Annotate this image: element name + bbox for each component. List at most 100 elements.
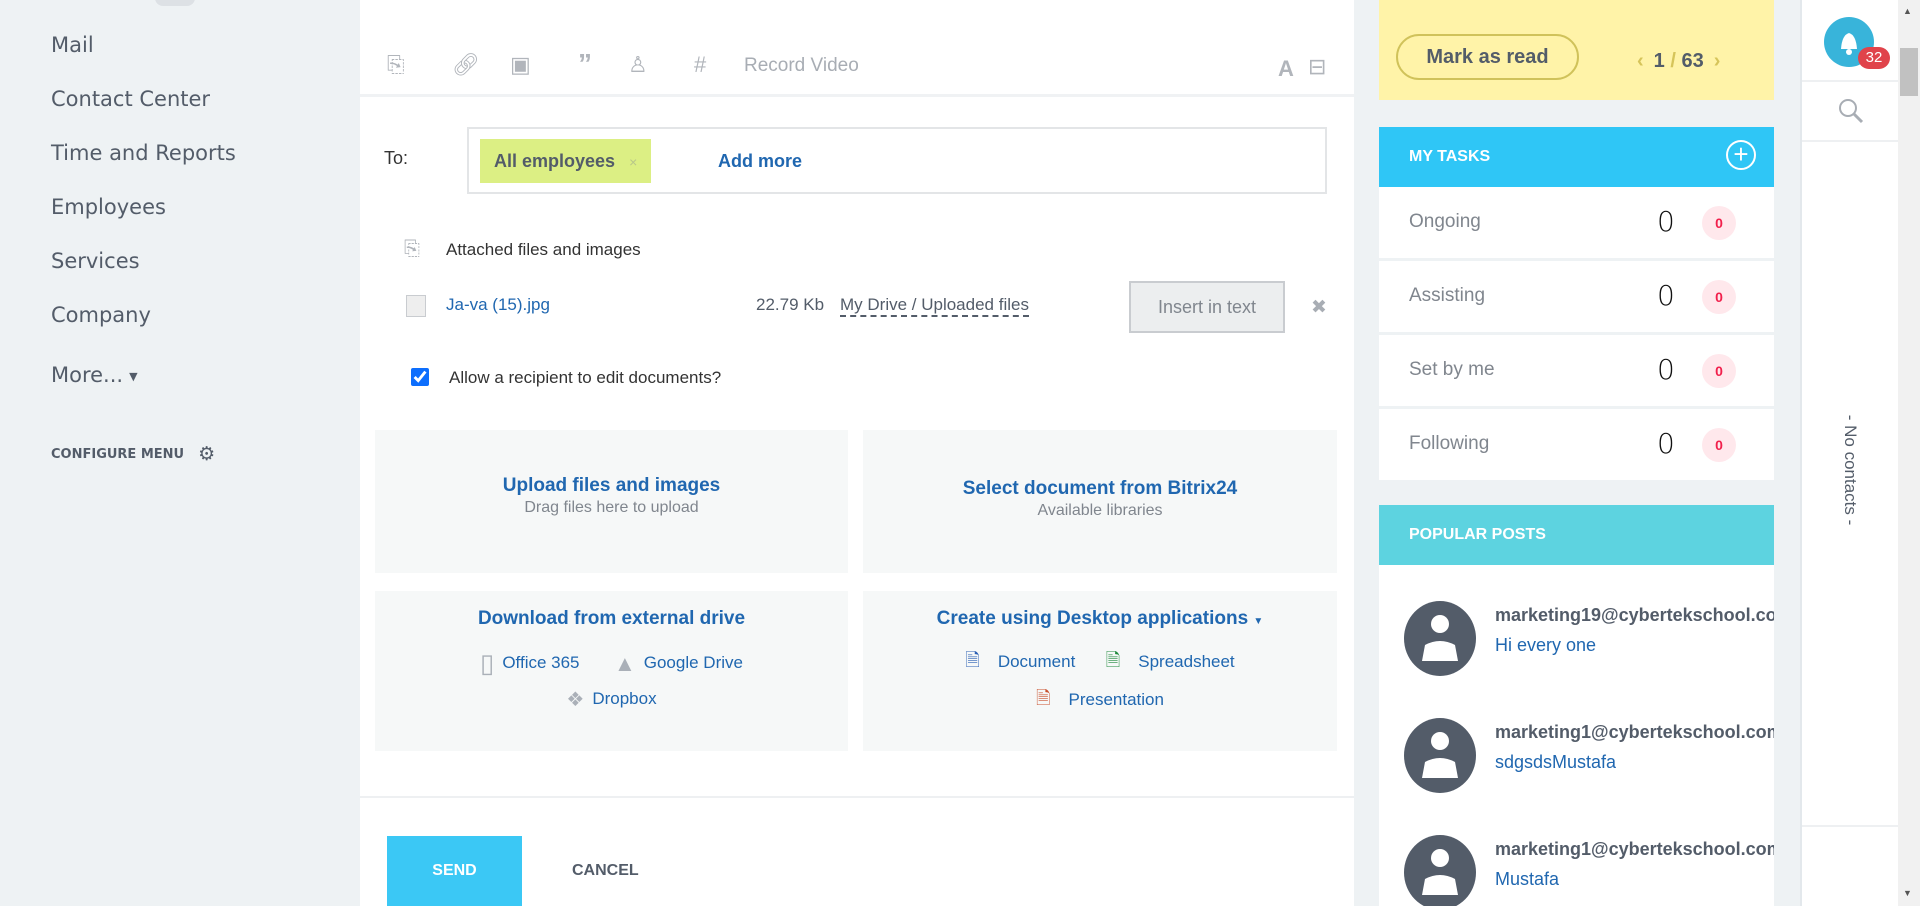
file-name-link[interactable]: Ja-va (15).jpg xyxy=(446,295,550,315)
no-contacts-label: - No contacts - xyxy=(1841,414,1860,526)
user-icon xyxy=(1422,615,1458,661)
task-row-ongoing[interactable]: Ongoing 0 0 xyxy=(1379,187,1774,258)
office365-link[interactable]: ▯ Office 365 xyxy=(480,648,580,678)
remove-recipient-icon[interactable]: × xyxy=(629,154,637,170)
office365-label: Office 365 xyxy=(502,652,580,672)
post-text[interactable]: Hi every one xyxy=(1495,635,1596,656)
chevron-right-icon[interactable]: › xyxy=(1714,50,1721,72)
sidebar-item-time-and-reports[interactable]: Time and Reports xyxy=(51,141,236,165)
remove-file-icon[interactable]: ✖ xyxy=(1311,296,1327,319)
avatar xyxy=(1404,718,1476,793)
upload-subtitle: Drag files here to upload xyxy=(524,499,699,516)
post-author: marketing19@cybertekschool.com xyxy=(1495,605,1774,625)
contacts-panel: 32 - No contacts - xyxy=(1800,0,1898,906)
mention-icon[interactable]: ♙ xyxy=(628,52,648,78)
post-editor: ⎘ 🔗︎ ▣ ” ♙ # Record Video A ⊟ To: All em… xyxy=(360,0,1354,906)
sidebar-item-services[interactable]: Services xyxy=(51,249,140,273)
mark-as-read-button[interactable]: Mark as read xyxy=(1396,34,1579,80)
google-drive-link[interactable]: ▲ Google Drive xyxy=(614,651,743,676)
chevron-down-icon: ▼ xyxy=(129,369,138,383)
insert-in-text-button[interactable]: Insert in text xyxy=(1129,281,1285,333)
spreadsheet-link[interactable]: 🗎 Spreadsheet xyxy=(1106,650,1235,672)
more-label: More... xyxy=(51,363,124,387)
link-icon[interactable]: 🔗︎ xyxy=(452,52,480,78)
select-document-tile[interactable]: Select document from Bitrix24 Available … xyxy=(863,430,1337,573)
to-label: To: xyxy=(384,148,409,168)
dropbox-link[interactable]: ❖ Dropbox xyxy=(566,688,657,711)
chevron-down-icon: ▼ xyxy=(1253,616,1264,627)
avatar xyxy=(1404,601,1476,676)
gear-icon: ⚙ xyxy=(198,443,216,465)
sidebar-handle[interactable] xyxy=(155,0,195,6)
configure-menu-button[interactable]: CONFIGURE MENU ⚙ xyxy=(51,443,215,465)
sidebar-item-employees[interactable]: Employees xyxy=(51,195,166,219)
file-location-link[interactable]: My Drive / Uploaded files xyxy=(840,295,1029,317)
file-size: 22.79 Kb xyxy=(756,295,825,314)
add-more-link[interactable]: Add more xyxy=(718,151,802,172)
task-count: 0 xyxy=(1657,205,1675,238)
search-icon[interactable] xyxy=(1837,97,1865,125)
video-icon[interactable]: ▣ xyxy=(510,52,531,78)
scrollbar[interactable]: ▲ ▼ xyxy=(1898,0,1920,906)
office365-icon: ▯ xyxy=(480,648,495,678)
allow-edit-label: Allow a recipient to edit documents? xyxy=(449,368,722,387)
sidebar-item-contact-center[interactable]: Contact Center xyxy=(51,87,210,111)
add-task-icon[interactable]: + xyxy=(1726,140,1756,170)
scroll-up-icon[interactable]: ▲ xyxy=(1903,6,1912,16)
task-row-set-by-me[interactable]: Set by me 0 0 xyxy=(1379,335,1774,406)
fullscreen-icon[interactable]: ⊟ xyxy=(1308,54,1326,80)
chevron-left-icon[interactable]: ‹ xyxy=(1637,50,1644,72)
task-overdue-badge: 0 xyxy=(1702,206,1736,240)
post-text[interactable]: sdgsdsMustafa xyxy=(1495,752,1616,773)
right-column: Mark as read ‹ 1 / 63 › MY TASKS + Ongoing… xyxy=(1379,0,1774,906)
my-tasks-title: MY TASKS xyxy=(1409,148,1491,165)
scrollbar-thumb[interactable] xyxy=(1900,48,1918,96)
hashtag-icon[interactable]: # xyxy=(694,52,706,78)
powerpoint-icon: 🗎 xyxy=(1036,688,1051,708)
my-tasks-header: MY TASKS + xyxy=(1379,127,1774,187)
notification-pager: ‹ 1 / 63 › xyxy=(1627,50,1730,73)
presentation-link[interactable]: 🗎 Presentation xyxy=(1036,688,1164,710)
recipients-field[interactable]: All employees × Add more xyxy=(467,127,1327,194)
sidebar-item-mail[interactable]: Mail xyxy=(51,33,94,57)
user-icon xyxy=(1422,849,1458,895)
avatar xyxy=(1404,835,1476,906)
task-label: Set by me xyxy=(1409,359,1495,380)
word-icon: 🗎 xyxy=(965,650,980,670)
divider xyxy=(1802,140,1898,142)
font-format-button[interactable]: A xyxy=(1278,56,1294,82)
external-title: Download from external drive xyxy=(477,608,746,629)
sidebar-item-more[interactable]: More... ▼ xyxy=(51,363,138,387)
task-row-following[interactable]: Following 0 0 xyxy=(1379,409,1774,480)
excel-icon: 🗎 xyxy=(1105,650,1121,670)
presentation-label: Presentation xyxy=(1068,690,1164,710)
post-text[interactable]: Mustafa xyxy=(1495,869,1559,890)
scroll-down-icon[interactable]: ▼ xyxy=(1903,888,1912,898)
send-button[interactable]: SEND xyxy=(387,836,522,906)
record-video-button[interactable]: Record Video xyxy=(744,55,859,77)
document-link[interactable]: 🗎 Document xyxy=(965,650,1076,672)
notification-count-badge: 32 xyxy=(1858,47,1890,69)
task-count: 0 xyxy=(1657,427,1675,460)
task-label: Ongoing xyxy=(1409,211,1481,232)
attachments-title: Attached files and images xyxy=(446,240,641,259)
attach-icon[interactable]: ⎘ xyxy=(387,52,405,78)
quote-icon[interactable]: ” xyxy=(578,48,592,80)
spreadsheet-label: Spreadsheet xyxy=(1138,652,1235,672)
sidebar-item-company[interactable]: Company xyxy=(51,303,151,327)
desktop-apps-dropdown[interactable]: Create using Desktop applications ▼ xyxy=(863,608,1337,630)
desktop-apps-tile: Create using Desktop applications ▼ 🗎 Doc… xyxy=(863,591,1337,751)
task-count: 0 xyxy=(1657,353,1675,386)
pager-total: 63 xyxy=(1681,50,1704,72)
pager-separator: / xyxy=(1670,50,1676,72)
cancel-button[interactable]: CANCEL xyxy=(572,836,639,906)
sidebar: Mail Contact Center Time and Reports Emp… xyxy=(0,0,360,906)
document-label: Document xyxy=(997,652,1076,672)
upload-files-tile[interactable]: Upload files and images Drag files here … xyxy=(375,430,848,573)
dropbox-label: Dropbox xyxy=(592,688,657,708)
allow-edit-checkbox[interactable] xyxy=(411,368,429,386)
pager-current: 1 xyxy=(1653,50,1665,72)
configure-menu-label: CONFIGURE MENU xyxy=(51,447,185,462)
task-row-assisting[interactable]: Assisting 0 0 xyxy=(1379,261,1774,332)
divider xyxy=(1802,80,1898,82)
